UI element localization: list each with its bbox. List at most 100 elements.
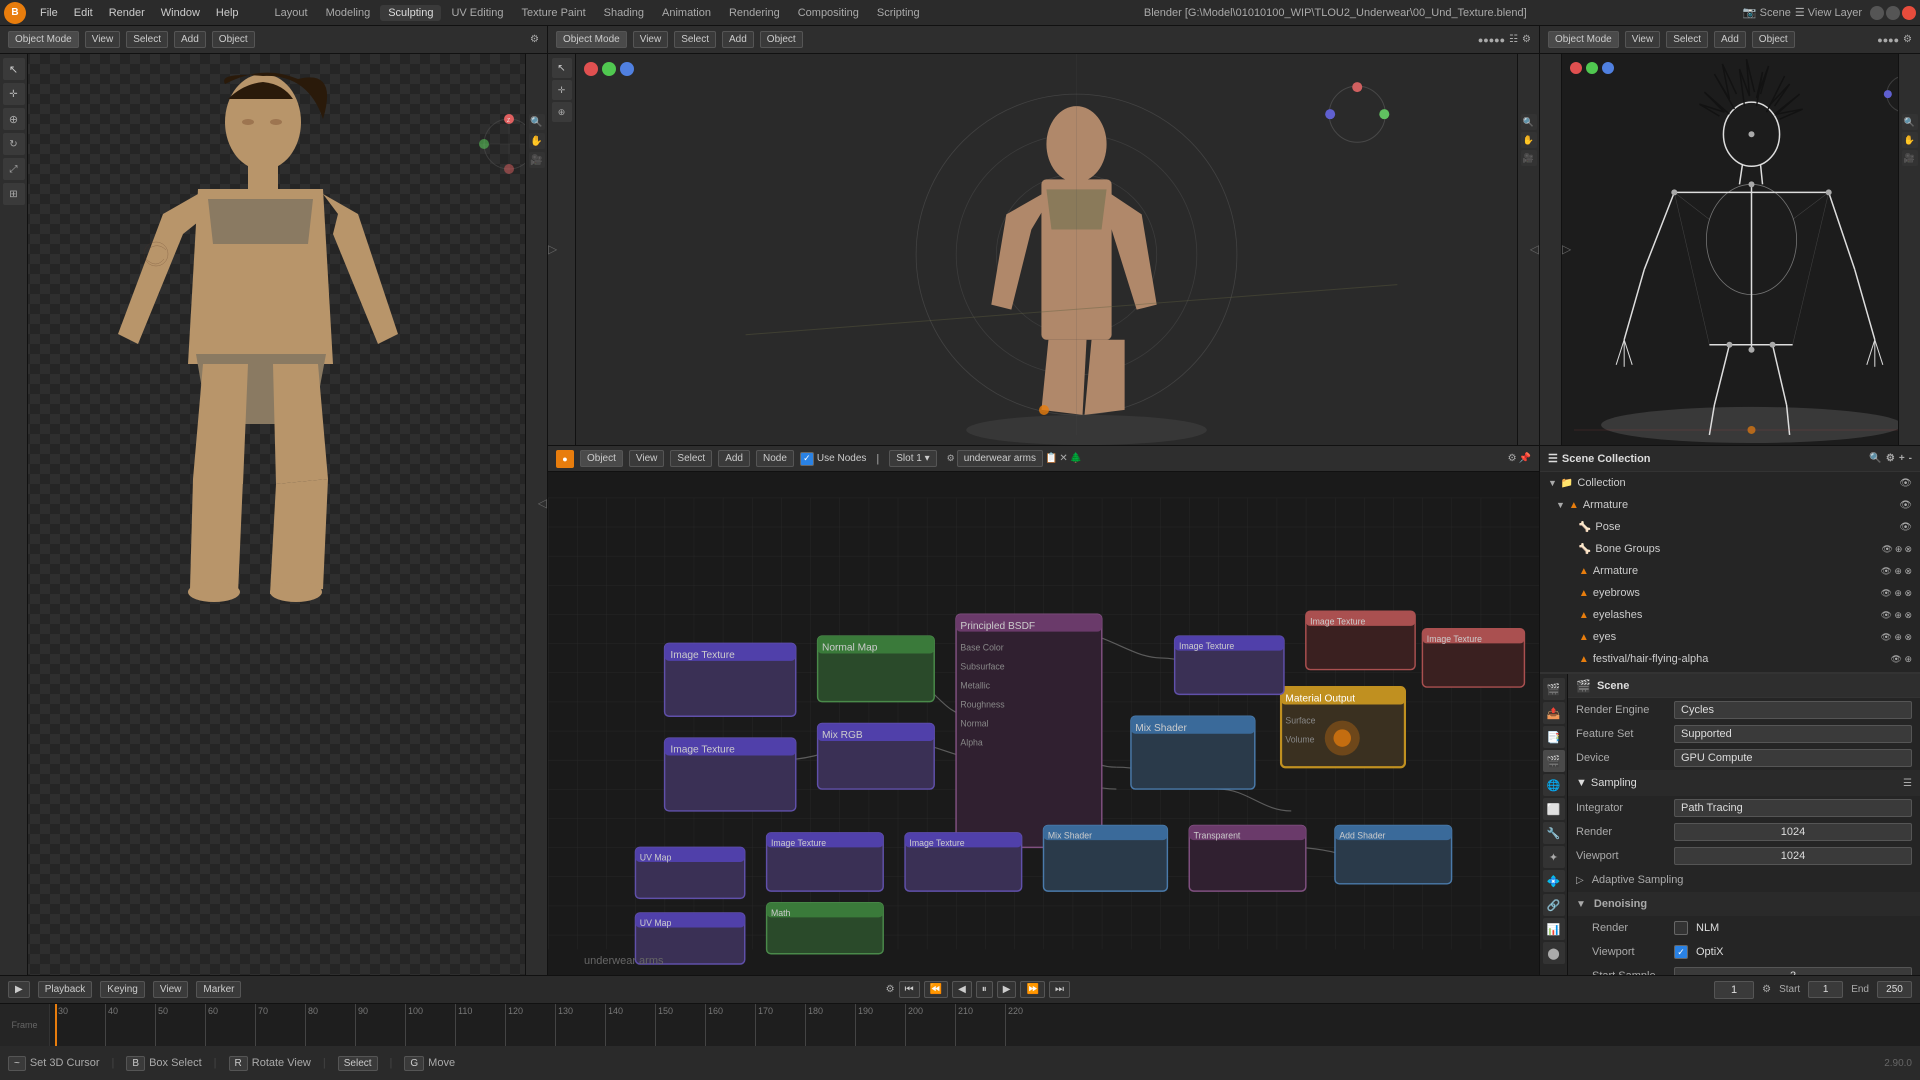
feature-set-value[interactable]: Supported: [1674, 725, 1912, 743]
mid-toolbar-3[interactable]: ⊕: [552, 102, 572, 122]
timeline-icon[interactable]: ▶: [8, 981, 30, 998]
right-mode-selector[interactable]: Object Mode: [1548, 31, 1619, 48]
coll-eyes[interactable]: ▷ ▲ eyes 👁 ⊕ ⊗: [1540, 626, 1920, 648]
right-zoom[interactable]: 🔍: [1902, 114, 1918, 130]
ws-sculpting[interactable]: Sculpting: [380, 5, 441, 21]
goto-end-button[interactable]: ⏭: [1049, 981, 1070, 998]
material-name[interactable]: underwear arms: [957, 450, 1043, 467]
timeline-ruler[interactable]: Frame 3040506070809010011012013014015016…: [0, 1004, 1920, 1046]
left-toolbar-transform[interactable]: ⊞: [3, 183, 25, 205]
left-pan[interactable]: ✋: [529, 133, 545, 149]
timeline-marker[interactable]: Marker: [196, 981, 241, 998]
props-object[interactable]: ⬜: [1543, 798, 1565, 820]
mid-camera[interactable]: 🎥: [1521, 150, 1537, 166]
coll-collection[interactable]: ▼ 📁 Collection 👁: [1540, 472, 1920, 494]
menu-file[interactable]: File: [32, 5, 66, 21]
ws-rendering[interactable]: Rendering: [721, 5, 788, 21]
right-select-menu[interactable]: Select: [1666, 31, 1708, 48]
node-graph[interactable]: Image Texture Image Texture Normal Map: [548, 472, 1539, 975]
stop-button[interactable]: ⏸: [976, 981, 993, 998]
left-orbit[interactable]: 🎥: [529, 152, 545, 168]
middle-add-menu[interactable]: Add: [722, 31, 754, 48]
right-camera[interactable]: 🎥: [1902, 150, 1918, 166]
menu-window[interactable]: Window: [153, 5, 208, 21]
mid-zoom[interactable]: 🔍: [1521, 114, 1537, 130]
left-mode-selector[interactable]: Object Mode: [8, 31, 79, 48]
left-view-menu[interactable]: View: [85, 31, 121, 48]
start-sample-field[interactable]: [1674, 967, 1912, 975]
coll-festival-hair[interactable]: ▷ ▲ festival/hair-flying-alpha 👁 ⊕: [1540, 648, 1920, 670]
node-view-menu[interactable]: View: [629, 450, 665, 467]
ws-modeling[interactable]: Modeling: [318, 5, 379, 21]
play-button[interactable]: ▶: [997, 981, 1017, 998]
left-toolbar-rotate[interactable]: ↻: [3, 133, 25, 155]
props-physics[interactable]: 💠: [1543, 870, 1565, 892]
maximize-button[interactable]: [1886, 6, 1900, 20]
left-object-menu[interactable]: Object: [212, 31, 255, 48]
step-back-button[interactable]: ⏪: [924, 981, 948, 998]
coll-armature2[interactable]: ▷ ▲ Armature 👁 ⊕ ⊗: [1540, 560, 1920, 582]
minimize-button[interactable]: [1870, 6, 1884, 20]
denoising-render-checkbox[interactable]: [1674, 921, 1688, 935]
props-scene[interactable]: 🎬: [1543, 750, 1565, 772]
node-add-menu[interactable]: Add: [718, 450, 750, 467]
props-render[interactable]: 🎬: [1543, 678, 1565, 700]
left-toolbar-cursor[interactable]: ✛: [3, 83, 25, 105]
viewport-samples-field[interactable]: [1674, 847, 1912, 865]
ws-compositing[interactable]: Compositing: [790, 5, 867, 21]
ws-layout[interactable]: Layout: [267, 5, 316, 21]
coll-eyebrows[interactable]: ▷ ▲ eyebrows 👁 ⊕ ⊗: [1540, 582, 1920, 604]
node-object-mode[interactable]: Object: [580, 450, 623, 467]
mid-pan[interactable]: ✋: [1521, 132, 1537, 148]
middle-select-menu[interactable]: Select: [674, 31, 716, 48]
middle-mode-selector[interactable]: Object Mode: [556, 31, 627, 48]
step-forward-button[interactable]: ⏩: [1020, 981, 1044, 998]
node-node-menu[interactable]: Node: [756, 450, 794, 467]
timeline-view[interactable]: View: [153, 981, 189, 998]
left-add-menu[interactable]: Add: [174, 31, 206, 48]
node-type-icon[interactable]: ●: [556, 450, 574, 468]
play-reverse-button[interactable]: ◀: [952, 981, 972, 998]
coll-bone-groups[interactable]: ▷ 🦴 Bone Groups 👁 ⊕ ⊗: [1540, 538, 1920, 560]
ws-animation[interactable]: Animation: [654, 5, 719, 21]
integrator-value[interactable]: Path Tracing: [1674, 799, 1912, 817]
ws-scripting[interactable]: Scripting: [869, 5, 928, 21]
menu-edit[interactable]: Edit: [66, 5, 101, 21]
node-select-menu[interactable]: Select: [670, 450, 712, 467]
coll-pose[interactable]: ▷ 🦴 Pose 👁: [1540, 516, 1920, 538]
middle-view-menu[interactable]: View: [633, 31, 669, 48]
left-zoom-in[interactable]: 🔍: [529, 114, 545, 130]
slot-selector[interactable]: Slot 1 ▾: [889, 450, 936, 467]
device-value[interactable]: GPU Compute: [1674, 749, 1912, 767]
use-nodes-checkbox[interactable]: ✓: [800, 452, 814, 466]
timeline-playback[interactable]: Playback: [38, 981, 93, 998]
start-frame-field[interactable]: [1808, 981, 1843, 998]
ws-uv-editing[interactable]: UV Editing: [443, 5, 511, 21]
mid-toolbar-2[interactable]: ✛: [552, 80, 572, 100]
props-material[interactable]: ⬤: [1543, 942, 1565, 964]
props-constraints[interactable]: 🔗: [1543, 894, 1565, 916]
right-object-menu[interactable]: Object: [1752, 31, 1795, 48]
ws-shading[interactable]: Shading: [596, 5, 652, 21]
end-frame-field[interactable]: [1877, 981, 1912, 998]
close-button[interactable]: [1902, 6, 1916, 20]
props-data[interactable]: 📊: [1543, 918, 1565, 940]
render-samples-field[interactable]: [1674, 823, 1912, 841]
props-particles[interactable]: ✦: [1543, 846, 1565, 868]
current-frame-field[interactable]: [1714, 981, 1754, 999]
mid-toolbar-1[interactable]: ↖: [552, 58, 572, 78]
props-view-layer[interactable]: 📑: [1543, 726, 1565, 748]
left-select-menu[interactable]: Select: [126, 31, 168, 48]
menu-render[interactable]: Render: [101, 5, 153, 21]
props-output[interactable]: 📤: [1543, 702, 1565, 724]
ws-texture-paint[interactable]: Texture Paint: [513, 5, 593, 21]
timeline-keying[interactable]: Keying: [100, 981, 145, 998]
props-modifier[interactable]: 🔧: [1543, 822, 1565, 844]
props-world[interactable]: 🌐: [1543, 774, 1565, 796]
coll-armature-root[interactable]: ▼ ▲ Armature 👁: [1540, 494, 1920, 516]
right-add-menu[interactable]: Add: [1714, 31, 1746, 48]
coll-eyelashes[interactable]: ▷ ▲ eyelashes 👁 ⊕ ⊗: [1540, 604, 1920, 626]
sampling-header[interactable]: ▼ Sampling ☰: [1568, 770, 1920, 796]
goto-start-button[interactable]: ⏮: [899, 981, 920, 998]
right-view-menu[interactable]: View: [1625, 31, 1661, 48]
